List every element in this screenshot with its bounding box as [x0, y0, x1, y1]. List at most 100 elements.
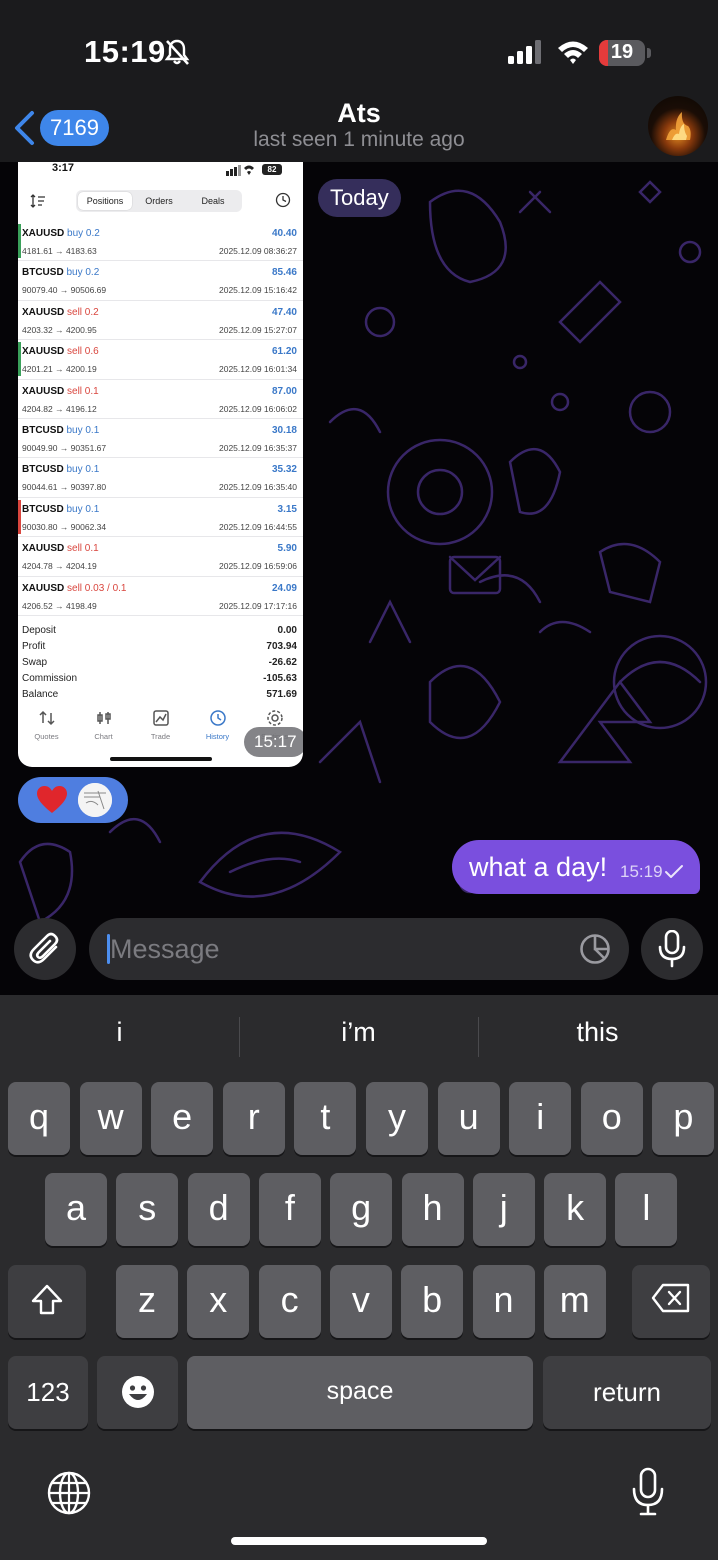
deal-side: sell 0.6: [67, 346, 99, 358]
key-w[interactable]: w: [79, 1082, 142, 1155]
photo-message[interactable]: 3:17 82 Positions Orders Deals XAUUSD bu…: [18, 162, 303, 767]
space-key[interactable]: space: [187, 1356, 533, 1429]
deal-profit: 5.90: [277, 543, 297, 555]
outgoing-message[interactable]: what a day! 15:19: [452, 840, 700, 894]
photo-tab-label: History: [205, 732, 230, 741]
key-q[interactable]: q: [8, 1082, 70, 1155]
chat-header: 7169 Ats last seen 1 minute ago: [0, 96, 718, 162]
key-e[interactable]: e: [151, 1082, 214, 1155]
deal-datetime: 2025.12.09 15:16:42: [219, 285, 297, 296]
shift-key[interactable]: [8, 1265, 86, 1338]
contact-avatar[interactable]: [648, 96, 708, 156]
deal-prices: 90030.80 → 90062.34: [22, 521, 107, 532]
date-separator: Today: [318, 179, 401, 217]
history-icon: [209, 710, 226, 726]
deal-symbol: BTCUSD buy 0.1: [22, 464, 100, 476]
key-z[interactable]: z: [116, 1265, 178, 1338]
deal-profit: 47.40: [271, 306, 297, 318]
globe-icon[interactable]: [46, 1470, 92, 1516]
photo-signal-wifi-icon: [226, 165, 254, 176]
delete-icon: [651, 1283, 690, 1313]
key-l[interactable]: l: [615, 1173, 678, 1246]
key-v[interactable]: v: [329, 1265, 392, 1338]
summary-value: -26.62: [268, 657, 297, 668]
key-g[interactable]: g: [330, 1173, 393, 1246]
key-m[interactable]: m: [543, 1265, 606, 1338]
photo-deal-row: XAUUSD sell 0.03 / 0.1 4206.52 → 4198.49 2…: [18, 577, 303, 616]
suggestion-1[interactable]: i: [0, 1017, 239, 1048]
suggestion-3[interactable]: this: [478, 1017, 717, 1048]
key-j[interactable]: j: [472, 1173, 535, 1246]
photo-deal-row: XAUUSD sell 0.2 4203.32 → 4200.95 47.40 202…: [18, 301, 303, 341]
emoji-key[interactable]: [97, 1356, 178, 1429]
deal-datetime: 2025.12.09 16:44:55: [219, 521, 297, 532]
cell-signal-icon: [508, 40, 541, 64]
deal-profit: 87.00: [271, 385, 297, 397]
shift-icon: [31, 1284, 63, 1315]
key-y[interactable]: y: [366, 1082, 428, 1155]
deal-symbol: BTCUSD buy 0.1: [22, 503, 100, 515]
key-k[interactable]: k: [544, 1173, 607, 1246]
dictation-microphone-icon[interactable]: [630, 1467, 666, 1517]
summary-row: Commission -105.63: [18, 672, 303, 688]
message-input[interactable]: Message: [89, 918, 629, 980]
deal-datetime: 2025.12.09 16:01:34: [219, 364, 297, 375]
key-a[interactable]: a: [45, 1173, 107, 1246]
deal-datetime: 2025.12.09 16:35:40: [219, 482, 297, 493]
deal-datetime: 2025.12.09 16:59:06: [219, 561, 297, 572]
suggestion-2[interactable]: i’m: [239, 1017, 478, 1048]
photo-deal-row: BTCUSD buy 0.1 90044.61 → 90397.80 35.32 20…: [18, 458, 303, 498]
photo-status-bar: 3:17 82: [18, 162, 303, 182]
numbers-key[interactable]: 123: [8, 1356, 88, 1429]
attach-button[interactable]: [14, 918, 76, 980]
summary-label: Deposit: [22, 625, 56, 636]
summary-value: 571.69: [266, 689, 297, 700]
deal-prices: 90079.40 → 90506.69: [22, 285, 107, 296]
photo-tab-label: Chart: [94, 732, 113, 741]
sticker-icon[interactable]: [579, 933, 611, 965]
key-u[interactable]: u: [437, 1082, 500, 1155]
voice-message-button[interactable]: [641, 918, 703, 980]
key-s[interactable]: s: [116, 1173, 179, 1246]
deal-prices: 4206.52 → 4198.49: [22, 600, 97, 611]
backspace-key[interactable]: [632, 1265, 710, 1338]
photo-tab-deals: Deals: [201, 196, 225, 206]
message-reactions[interactable]: [18, 777, 128, 823]
key-t[interactable]: t: [294, 1082, 357, 1155]
deal-prices: 90049.90 → 90351.67: [22, 442, 107, 453]
chart-icon: [96, 712, 111, 724]
status-bar: 15:19 19: [0, 0, 718, 100]
summary-label: Swap: [22, 657, 48, 668]
key-x[interactable]: x: [187, 1265, 250, 1338]
key-f[interactable]: f: [258, 1173, 321, 1246]
photo-deal-row: BTCUSD buy 0.2 90079.40 → 90506.69 85.46 20…: [18, 261, 303, 301]
photo-deals-list: XAUUSD buy 0.2 4181.61 → 4183.63 40.40 2025…: [18, 222, 303, 616]
summary-value: 703.94: [266, 641, 297, 652]
key-d[interactable]: d: [187, 1173, 250, 1246]
key-i[interactable]: i: [509, 1082, 572, 1155]
deal-profit: 24.09: [271, 582, 297, 594]
deal-side: sell 0.2: [67, 306, 99, 318]
deal-datetime: 2025.12.09 08:36:27: [219, 246, 297, 256]
sort-icon: [30, 194, 45, 208]
emoji-icon: [121, 1376, 154, 1408]
photo-segmented-control: Positions Orders Deals: [76, 190, 242, 212]
key-o[interactable]: o: [580, 1082, 643, 1155]
return-key[interactable]: return: [543, 1356, 711, 1429]
last-seen-status: last seen 1 minute ago: [253, 128, 465, 151]
key-c[interactable]: c: [258, 1265, 321, 1338]
message-list[interactable]: Today 3:17 82 Positions Orders Deals XAU…: [0, 162, 718, 995]
key-p[interactable]: p: [652, 1082, 715, 1155]
chat-title[interactable]: Ats: [0, 98, 718, 129]
summary-label: Commission: [22, 673, 78, 684]
key-b[interactable]: b: [401, 1265, 464, 1338]
summary-row: Swap -26.62: [18, 656, 303, 672]
deal-symbol: XAUUSD buy 0.2: [22, 228, 100, 239]
key-h[interactable]: h: [401, 1173, 464, 1246]
photo-tab-positions: Positions: [78, 192, 132, 210]
deal-datetime: 2025.12.09 15:27:07: [219, 324, 297, 335]
key-n[interactable]: n: [472, 1265, 535, 1338]
photo-deal-row: XAUUSD buy 0.2 4181.61 → 4183.63 40.40 2025…: [18, 222, 303, 262]
key-r[interactable]: r: [222, 1082, 285, 1155]
message-composer: Message: [0, 917, 718, 995]
